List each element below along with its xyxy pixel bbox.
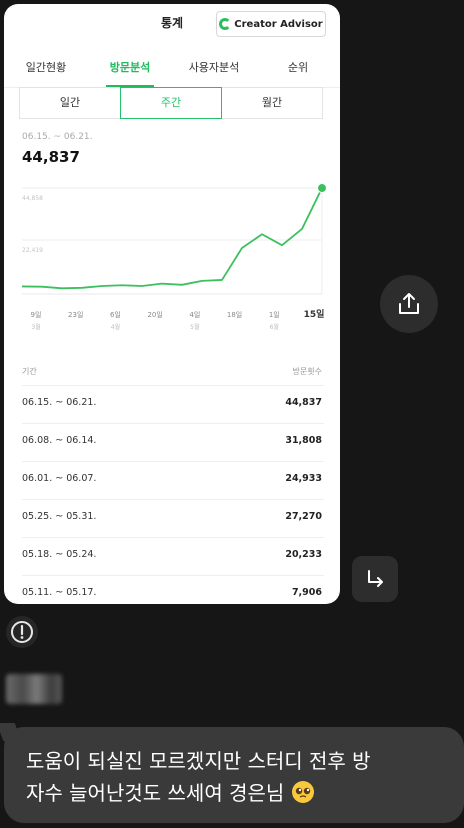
segment-weekly[interactable]: 주간 (120, 87, 222, 119)
table-row: 06.15. ~ 06.21. 44,837 (22, 385, 324, 419)
stats-tabs: 일간현황 방문분석 사용자분석 순위 (4, 52, 340, 88)
tab-daily-overview[interactable]: 일간현황 (4, 52, 88, 87)
segment-daily[interactable]: 일간 (19, 87, 121, 119)
x-tick-label: 1일 (269, 310, 280, 319)
reply-button[interactable] (352, 556, 398, 602)
x-tick-label: 15일 (304, 308, 325, 320)
visits-series-line (21, 187, 323, 290)
message-line-2: 자수 늘어난것도 쓰세여 경은님 (26, 777, 442, 809)
date-range-label: 06.15. ~ 06.21. (22, 132, 93, 142)
row-count: 7,906 (291, 587, 322, 598)
pleading-face-emoji (291, 781, 314, 803)
x-tick-label: 18일 (227, 310, 242, 319)
exclamation-circle-icon (11, 621, 33, 643)
alert-icon[interactable] (6, 616, 38, 648)
row-count: 27,270 (285, 511, 322, 522)
share-button[interactable] (380, 275, 438, 333)
row-count: 24,933 (285, 473, 322, 484)
x-tick-label: 9일 (31, 310, 42, 319)
row-period: 06.01. ~ 06.07. (22, 473, 97, 484)
row-count: 20,233 (285, 549, 322, 560)
y-tick-label: 22,419 (22, 247, 43, 254)
creator-advisor-label: Creator Advisor (234, 18, 323, 30)
table-row: 05.18. ~ 05.24. 20,233 (22, 537, 324, 571)
row-period: 06.15. ~ 06.21. (22, 397, 97, 408)
avatar (6, 674, 62, 704)
x-month-label: 5월 (190, 323, 199, 331)
x-tick-label: 20일 (147, 310, 162, 319)
stats-card: 통계 Creator Advisor 일간현황 방문분석 사용자분석 순위 일간… (4, 4, 340, 604)
creator-advisor-button[interactable]: Creator Advisor (216, 11, 326, 37)
table-row: 05.11. ~ 05.17. 7,906 (22, 575, 324, 604)
message-line-1: 도움이 되실진 모르겠지만 스터디 전후 방 (26, 749, 371, 773)
x-tick-label: 23일 (68, 310, 83, 319)
tab-ranking[interactable]: 순위 (256, 52, 340, 87)
column-header-visits: 방문횟수 (292, 367, 322, 376)
x-month-label: 3월 (31, 323, 40, 331)
x-month-label: 4월 (111, 323, 120, 331)
row-count: 44,837 (285, 397, 322, 408)
x-tick-label: 6일 (110, 310, 121, 319)
message-line-2-text: 자수 늘어난것도 쓰세여 경은님 (26, 781, 285, 805)
x-month-label: 6월 (270, 323, 279, 331)
row-count: 31,808 (285, 435, 322, 446)
visits-line-chart: 44,858 22,419 9일 3월 23일 6일 4월 20일 4일 5월 18일 1일 6월 15… (21, 183, 327, 331)
share-icon (399, 293, 419, 314)
row-period: 05.25. ~ 05.31. (22, 511, 97, 522)
y-tick-label: 44,858 (22, 195, 43, 202)
creator-advisor-icon (219, 18, 232, 30)
row-period: 05.18. ~ 05.24. (22, 549, 97, 560)
table-row: 06.01. ~ 06.07. 24,933 (22, 461, 324, 495)
tab-visit-analysis[interactable]: 방문분석 (88, 52, 172, 87)
row-period: 06.08. ~ 06.14. (22, 435, 97, 446)
table-row: 05.25. ~ 05.31. 27,270 (22, 499, 324, 533)
tab-user-analysis[interactable]: 사용자분석 (172, 52, 256, 87)
total-visits-value: 44,837 (22, 148, 80, 166)
reply-arrow-icon (368, 570, 383, 587)
column-header-period: 기간 (22, 367, 37, 376)
card-header: 통계 Creator Advisor (4, 4, 340, 42)
row-period: 05.11. ~ 05.17. (22, 587, 97, 598)
latest-data-point[interactable] (317, 183, 327, 194)
table-row: 06.08. ~ 06.14. 31,808 (22, 423, 324, 457)
x-tick-label: 4일 (189, 310, 200, 319)
segment-monthly[interactable]: 월간 (221, 87, 323, 119)
chat-message-bubble[interactable]: 도움이 되실진 모르겠지만 스터디 전후 방 자수 늘어난것도 쓰세여 경은님 (4, 727, 464, 823)
period-segment: 일간 주간 월간 (19, 87, 323, 119)
